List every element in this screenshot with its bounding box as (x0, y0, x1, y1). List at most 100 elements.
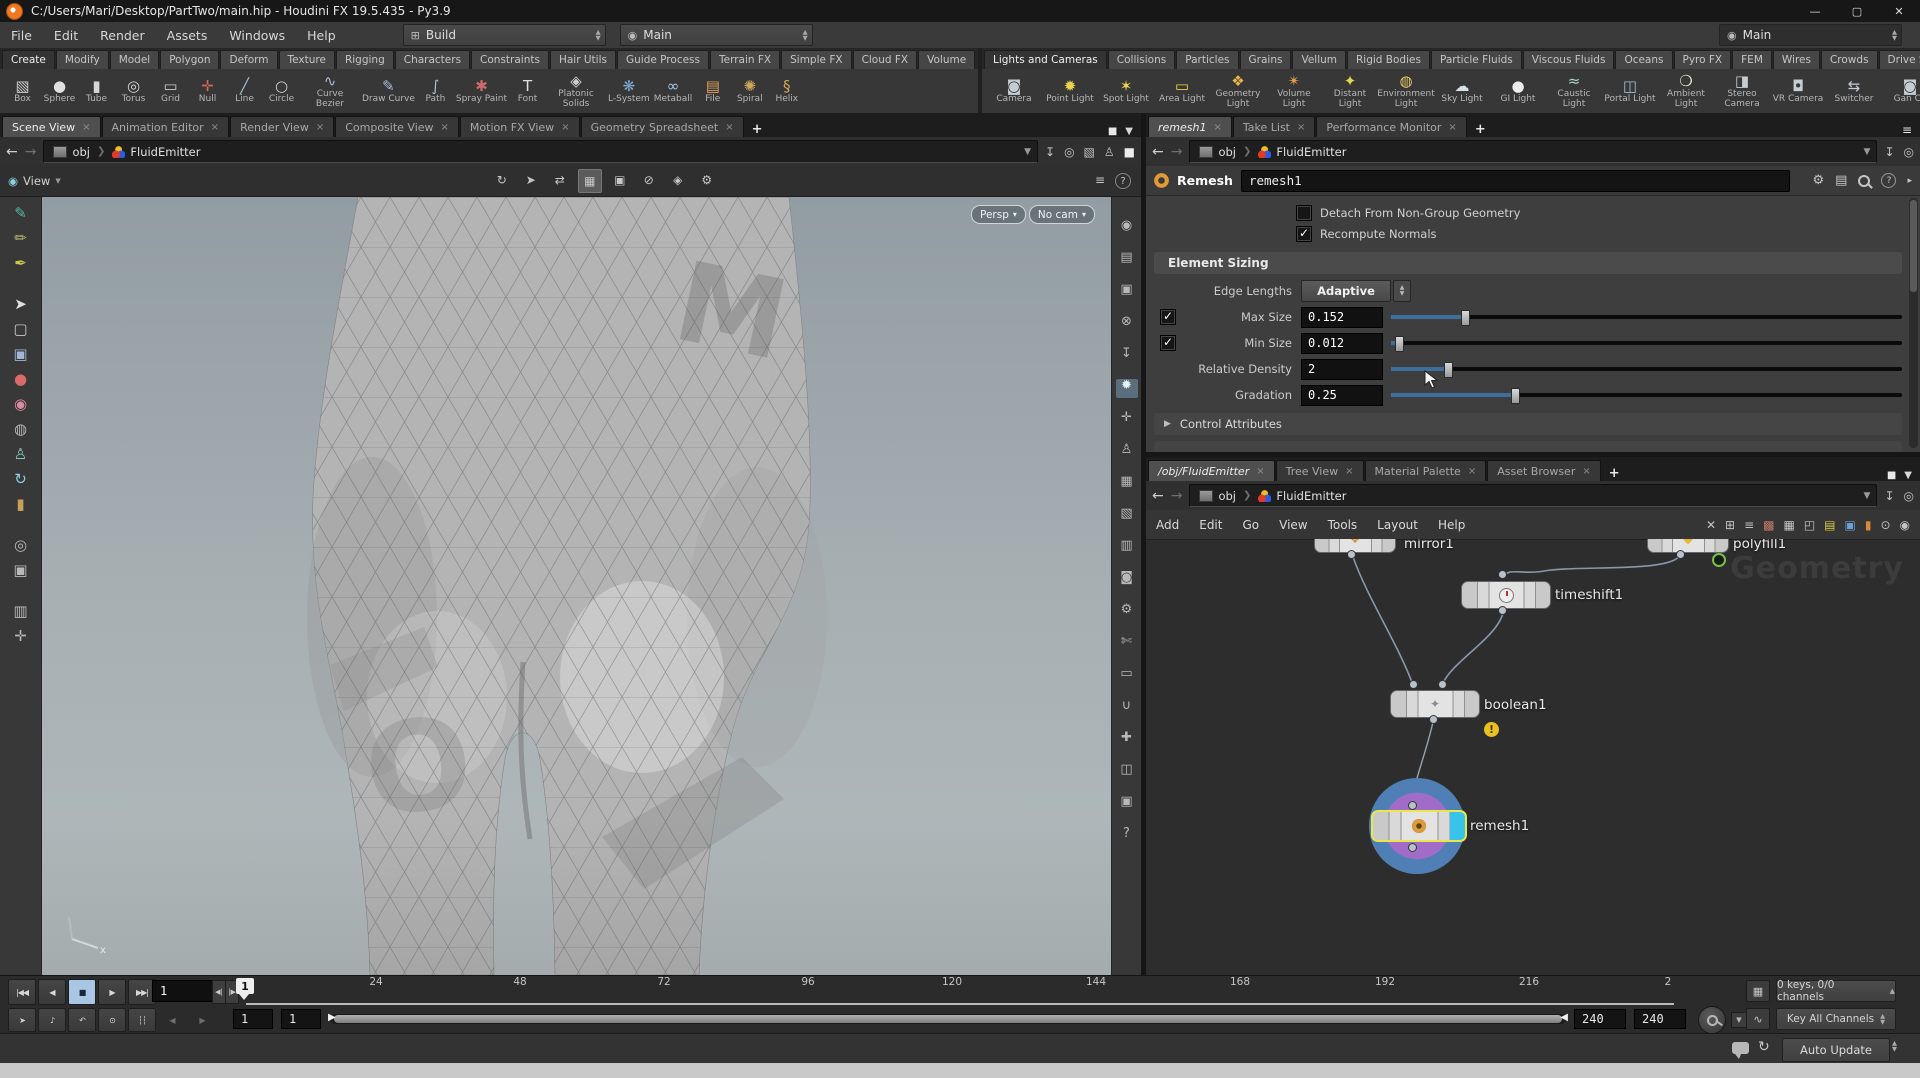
recook-icon[interactable]: ↻ (1758, 1039, 1770, 1055)
close-tab-icon[interactable]: × (1448, 122, 1456, 133)
param-checkbox[interactable]: ✓ (1160, 309, 1176, 325)
handles-icon[interactable]: ⇄ (549, 169, 571, 191)
close-button[interactable]: ✕ (1878, 0, 1920, 22)
shelf-tab[interactable]: Polygon (160, 50, 219, 69)
shelf-tab[interactable]: Terrain FX (710, 50, 780, 69)
shelf-tab[interactable]: Rigging (336, 50, 394, 69)
pin-pane-icon[interactable]: ↧ (1045, 145, 1055, 159)
area-light-icon[interactable]: ▭ Area Light (1154, 77, 1210, 106)
range-end-field[interactable]: 240 (1574, 1009, 1626, 1029)
set-key-button[interactable] (1698, 1006, 1726, 1034)
maximize-button[interactable]: ▢ (1836, 0, 1878, 22)
shelf-tab[interactable]: Lights and Cameras (984, 50, 1107, 69)
pane-layout-icon[interactable]: ≡ (1095, 173, 1105, 189)
page-info-icon[interactable]: ▤ (1116, 251, 1138, 270)
audio-button[interactable]: ♪ (38, 1008, 66, 1032)
pane-tab[interactable]: /obj/FluidEmitter × (1148, 460, 1275, 481)
distant-light-icon[interactable]: ✦ Distant Light (1322, 72, 1378, 110)
file-icon[interactable]: ▤ File (694, 77, 731, 106)
headlight-icon[interactable]: ✹ (1116, 379, 1138, 398)
box-icon[interactable]: ▧ Box (4, 77, 41, 106)
main-selector[interactable]: ◉ Main ▲▼ (620, 24, 813, 46)
follow-target-icon[interactable]: ◎ (1904, 145, 1914, 159)
output-dot[interactable] (1676, 550, 1685, 559)
view-tool-icon[interactable]: ↻ (491, 169, 513, 191)
shelf-tab[interactable]: Modify (56, 50, 109, 69)
magnet-snap-icon[interactable]: ∪ (1116, 699, 1138, 718)
slider-handle[interactable] (1511, 388, 1520, 404)
ambient-light-icon[interactable]: ❍ Ambient Light (1658, 72, 1714, 110)
output-dot[interactable] (1347, 550, 1356, 559)
slider-handle[interactable] (1444, 362, 1453, 378)
lock-camera-icon[interactable]: ▣ (1116, 283, 1138, 302)
node-polyfill1[interactable]: ◆ (1647, 539, 1729, 553)
network-menu-item[interactable]: Go (1232, 518, 1269, 532)
viewport-3d-canvas[interactable]: M O x (42, 197, 1111, 975)
key-snap-icon[interactable]: ✚ (1116, 731, 1138, 750)
param-menu-spinner[interactable]: ▲▼ (1393, 280, 1411, 302)
render-flag-icon[interactable]: ◈ (667, 169, 689, 191)
breadcrumb-root[interactable]: obj (1192, 485, 1243, 506)
collapsed-section[interactable]: ▶ Control Attributes (1154, 413, 1902, 435)
range-subend-field[interactable]: 240 (1634, 1009, 1686, 1029)
add-light-icon[interactable]: ✛ (1116, 411, 1138, 430)
gi-light-icon[interactable]: ● GI Light (1490, 77, 1546, 106)
grid-icon[interactable]: ▭ Grid (152, 77, 189, 106)
shelf-tab[interactable]: Deform (220, 50, 277, 69)
character-pick-icon[interactable]: ♙ (1116, 443, 1138, 462)
message-bubble-icon[interactable] (1732, 1042, 1749, 1054)
node-boolean1[interactable]: ✦ (1390, 690, 1480, 718)
param-value-field[interactable]: 0.012 (1301, 333, 1383, 354)
menu-item[interactable]: File (0, 22, 43, 48)
pin-pane-icon[interactable]: ↧ (1884, 489, 1894, 503)
spinner-icon[interactable]: ▲▼ (797, 29, 808, 41)
customize-icon[interactable]: ✕ (1706, 518, 1716, 532)
helix-icon[interactable]: § Helix (768, 77, 805, 106)
close-tab-icon[interactable]: × (561, 122, 569, 133)
shelf-tab[interactable]: Drive Simulation (1879, 50, 1920, 69)
undo-anim-button[interactable]: ↶ (68, 1008, 96, 1032)
shelf-tab[interactable]: Oceans (1615, 50, 1672, 69)
range-substart-field[interactable]: 1 (281, 1009, 321, 1029)
update-mode-button[interactable]: Auto Update (1782, 1038, 1890, 1062)
shelf-tab[interactable]: Hair Utils (550, 50, 616, 69)
shelf-tab[interactable]: Constraints (471, 50, 549, 69)
shelf-tab[interactable]: Model (110, 50, 160, 69)
pane-tab[interactable]: Scene View × (2, 116, 101, 137)
ruler-icon[interactable]: ▭ (1116, 667, 1138, 686)
param-scrollbar[interactable] (1909, 198, 1918, 448)
viewport[interactable]: M O x (42, 197, 1111, 975)
param-value-field[interactable]: 0.25 (1301, 385, 1383, 406)
paint-brush-icon[interactable]: ✎ (14, 205, 27, 221)
sky-light-icon[interactable]: ☁ Sky Light (1434, 77, 1490, 106)
tick-marks-button[interactable]: ┆┆ (128, 1008, 156, 1032)
slider-handle[interactable] (1461, 310, 1470, 326)
pane-menu-icon[interactable]: ≡ (1902, 123, 1912, 137)
shelf-tab[interactable]: Create (2, 50, 55, 69)
forward-icon[interactable]: → (25, 145, 37, 159)
help-circle-icon[interactable]: ? (1116, 827, 1138, 846)
back-icon[interactable]: ← (1152, 145, 1164, 159)
shelf-tab[interactable]: Cloud FX (853, 50, 918, 69)
node-name-field[interactable]: remesh1 (1241, 170, 1790, 192)
box-select-icon[interactable]: ▢ (13, 321, 27, 337)
shelf-tab[interactable]: Particle Fluids (1431, 50, 1522, 69)
select-tool-icon[interactable]: ➤ (520, 169, 542, 191)
lock-icon[interactable]: ▣ (13, 346, 27, 362)
character-icon[interactable]: ♙ (14, 446, 27, 462)
background-image-icon[interactable]: ▣ (1845, 518, 1856, 532)
ink-pen-icon[interactable]: ✒ (14, 255, 27, 271)
pane-tab[interactable]: remesh1 × (1148, 116, 1232, 137)
rotate-view-icon[interactable]: ↻ (14, 471, 27, 487)
camera-view-icon[interactable]: ◙ (1116, 571, 1138, 590)
minimize-button[interactable]: — (1794, 0, 1836, 22)
prev-key-button[interactable]: ◀ (158, 1008, 186, 1032)
close-tab-icon[interactable]: × (1213, 122, 1221, 133)
shelf-tab[interactable]: Viscous Fluids (1523, 50, 1615, 69)
path-field[interactable]: obj ❯ FluidEmitter ▼ (43, 140, 1038, 163)
realtime-button[interactable]: ⊙ (98, 1008, 126, 1032)
update-mode-spinner[interactable]: ▲▼ (1892, 1040, 1897, 1052)
network-graph[interactable]: Geometry ❖ mirror1 ◆ polyfill1 t (1146, 539, 1920, 975)
breadcrumb-node[interactable]: FluidEmitter (105, 141, 207, 162)
forward-icon[interactable]: → (1171, 145, 1183, 159)
